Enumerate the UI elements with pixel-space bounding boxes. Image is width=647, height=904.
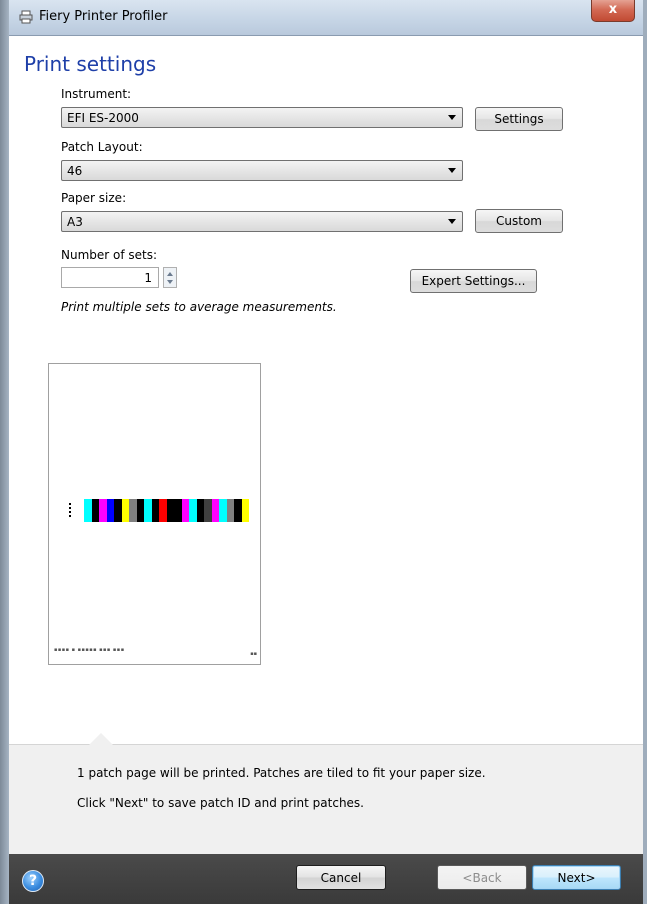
instrument-label: Instrument:	[61, 87, 132, 101]
patch	[91, 499, 99, 522]
patch-layout-value: 46	[67, 164, 83, 178]
next-button[interactable]: Next>	[532, 865, 621, 890]
chevron-down-icon	[448, 219, 456, 224]
sets-hint: Print multiple sets to average measureme…	[61, 300, 337, 314]
custom-paper-button[interactable]: Custom	[475, 209, 563, 233]
patch	[181, 499, 189, 522]
patch	[166, 499, 174, 522]
patch-strip	[84, 499, 249, 522]
patch	[114, 499, 122, 522]
patch	[219, 499, 227, 522]
help-icon[interactable]: ?	[22, 870, 44, 892]
paper-size-value: A3	[67, 215, 83, 229]
page-title: Print settings	[24, 52, 157, 76]
registration-mark	[69, 503, 71, 517]
paper-size-select[interactable]: A3	[61, 211, 463, 232]
main-content: Print settings Instrument: EFI ES-2000 S…	[9, 36, 643, 736]
printer-icon	[19, 10, 33, 24]
patch	[106, 499, 114, 522]
cancel-button[interactable]: Cancel	[296, 865, 386, 890]
patch	[189, 499, 197, 522]
expert-settings-button[interactable]: Expert Settings...	[410, 269, 537, 293]
patch	[129, 499, 137, 522]
window-title: Fiery Printer Profiler	[39, 9, 168, 24]
preview-page-number: ▪▪	[250, 651, 257, 657]
patch	[234, 499, 242, 522]
info-line-pages: 1 patch page will be printed. Patches ar…	[77, 766, 486, 780]
number-of-sets-label: Number of sets:	[61, 248, 158, 262]
patch	[204, 499, 212, 522]
window-frame-left	[0, 0, 9, 904]
chevron-down-icon	[448, 168, 456, 173]
patch-layout-select[interactable]: 46	[61, 160, 463, 181]
info-panel: 1 patch page will be printed. Patches ar…	[9, 733, 643, 854]
patch	[174, 499, 182, 522]
patch	[144, 499, 152, 522]
instrument-settings-button[interactable]: Settings	[475, 107, 563, 131]
chevron-down-icon	[448, 115, 456, 120]
info-notch	[89, 733, 113, 745]
title-bar: Fiery Printer Profiler x	[9, 0, 643, 36]
number-of-sets-input[interactable]: 1	[61, 267, 159, 288]
instrument-value: EFI ES-2000	[67, 111, 139, 125]
patch	[211, 499, 219, 522]
patch	[84, 499, 92, 522]
spin-up-icon[interactable]	[167, 272, 173, 276]
spin-down-icon[interactable]	[167, 280, 173, 284]
close-button[interactable]: x	[591, 0, 635, 22]
back-button[interactable]: <Back	[437, 865, 527, 890]
patch	[136, 499, 144, 522]
preview-footer-text: ▪▪▪▪ ▪ ▪▪▪▪▪ ▪▪▪ ▪▪▪	[54, 647, 125, 653]
patch	[121, 499, 129, 522]
patch	[151, 499, 159, 522]
paper-size-label: Paper size:	[61, 191, 127, 205]
patch	[226, 499, 234, 522]
number-of-sets-stepper[interactable]	[163, 267, 177, 288]
bottom-bar: ? Cancel <Back Next>	[9, 854, 643, 904]
patch	[241, 499, 249, 522]
patch-layout-label: Patch Layout:	[61, 140, 143, 154]
info-line-next: Click "Next" to save patch ID and print …	[77, 796, 364, 810]
patch-page-preview: ▪▪▪▪ ▪ ▪▪▪▪▪ ▪▪▪ ▪▪▪ ▪▪	[48, 363, 261, 665]
window-frame-right	[643, 0, 647, 904]
patch	[99, 499, 107, 522]
patch	[196, 499, 204, 522]
close-icon: x	[608, 2, 618, 17]
instrument-select[interactable]: EFI ES-2000	[61, 107, 463, 128]
patch	[159, 499, 167, 522]
